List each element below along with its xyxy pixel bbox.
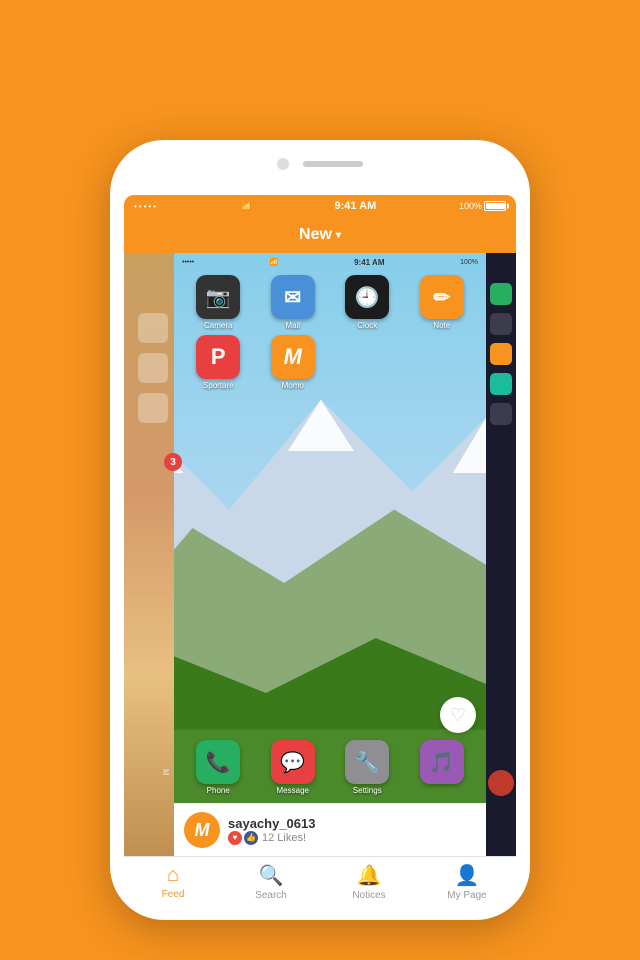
phone-camera <box>277 158 289 170</box>
icon-note-box: ✏ <box>420 275 464 319</box>
icon-momo-box: M <box>271 335 315 379</box>
feed-center-card: ••••• 📶 9:41 AM 100% 📷 Camera <box>174 253 486 856</box>
inner-phone-screen: ••••• 📶 9:41 AM 100% 📷 Camera <box>174 253 486 803</box>
icon-music-box: 🎵 <box>420 740 464 784</box>
mypage-icon: 👤 <box>455 863 480 888</box>
inner-dots: ••••• <box>182 259 194 266</box>
left-icon-strip <box>138 313 168 423</box>
icon-note[interactable]: ✏ Note <box>408 275 477 330</box>
right-box-orange <box>490 343 512 365</box>
icon-sportare[interactable]: P Sportare <box>184 335 253 390</box>
icon-settings[interactable]: 🔧 Settings <box>333 740 402 795</box>
tab-bar: ⌂ Feed 🔍 Search 🔔 Notices 👤 My Page <box>124 856 516 906</box>
left-icon-box <box>138 353 168 383</box>
heart-icon: ♡ <box>450 705 466 726</box>
icon-mail-label: Mail <box>285 321 300 330</box>
user-info: sayachy_0613 ♥ 👍 12 Likes! <box>228 816 476 845</box>
user-avatar: M <box>184 812 220 848</box>
search-icon: 🔍 <box>259 863 284 888</box>
right-partial-avatar <box>488 770 514 796</box>
phone-speaker <box>303 161 363 167</box>
icon-mail[interactable]: ✉ Mail <box>259 275 328 330</box>
feed-left-partial: 3 M <box>124 253 174 856</box>
left-icon-box <box>138 393 168 423</box>
status-time: 9:41 AM <box>335 200 377 212</box>
right-box-1 <box>490 313 512 335</box>
user-likes: ♥ 👍 12 Likes! <box>228 831 476 845</box>
left-icon-box <box>138 313 168 343</box>
battery-bar-icon <box>484 201 506 211</box>
icon-momo-label: Momo <box>282 381 304 390</box>
nav-chevron: ▾ <box>336 230 341 241</box>
app-status-bar: ••••• 📶 9:41 AM 100% <box>124 195 516 217</box>
inner-time: 9:41 AM <box>354 258 384 267</box>
tab-feed[interactable]: ⌂ Feed <box>124 857 222 906</box>
thumb-like-icon: 👍 <box>244 831 258 845</box>
icon-clock[interactable]: 🕘 Clock <box>333 275 402 330</box>
status-battery: 100% <box>459 201 506 211</box>
icon-message-label: Message <box>277 786 309 795</box>
icon-clock-label: Clock <box>357 321 377 330</box>
dock-area: 📞 Phone 💬 Message 🔧 Setting <box>174 733 486 803</box>
feed-area: 3 M <box>124 253 516 856</box>
left-card-label: M <box>161 769 170 776</box>
inner-status-bar: ••••• 📶 9:41 AM 100% <box>174 253 486 271</box>
icons-grid-row1: 📷 Camera ✉ Mail 🕘 Clock <box>184 275 476 330</box>
icon-momo[interactable]: M Momo <box>259 335 328 390</box>
icon-phone[interactable]: 📞 Phone <box>184 740 253 795</box>
right-strip <box>490 283 512 425</box>
heart-button[interactable]: ♡ <box>440 697 476 733</box>
username: sayachy_0613 <box>228 816 476 831</box>
icon-phone-box: 📞 <box>196 740 240 784</box>
nav-title: New <box>299 226 332 244</box>
mypage-label: My Page <box>447 890 486 901</box>
icon-mail-box: ✉ <box>271 275 315 319</box>
icon-camera-box: 📷 <box>196 275 240 319</box>
status-dots: ••••• <box>134 202 158 211</box>
icon-settings-box: 🔧 <box>345 740 389 784</box>
dock-icons: 📞 Phone 💬 Message 🔧 Setting <box>184 740 476 803</box>
phone-screen: ••••• 📶 9:41 AM 100% New ▾ 3 <box>124 195 516 906</box>
icon-sportare-label: Sportare <box>203 381 234 390</box>
notices-icon: 🔔 <box>357 863 382 888</box>
wifi-icon: 📶 <box>241 201 252 212</box>
feed-right-partial <box>486 253 516 856</box>
right-box-2 <box>490 403 512 425</box>
app-nav-bar: New ▾ <box>124 217 516 253</box>
card-footer: M sayachy_0613 ♥ 👍 12 Likes! <box>174 803 486 856</box>
inner-battery: 100% <box>460 259 478 266</box>
phone-top-bar <box>277 158 363 170</box>
heart-like-icon: ♥ <box>228 831 242 845</box>
icon-phone-label: Phone <box>207 786 230 795</box>
icon-camera-label: Camera <box>204 321 232 330</box>
battery-fill <box>486 203 505 209</box>
like-icons: ♥ 👍 <box>228 831 258 845</box>
icon-message-box: 💬 <box>271 740 315 784</box>
icon-message[interactable]: 💬 Message <box>259 740 328 795</box>
notices-label: Notices <box>352 890 385 901</box>
icon-music[interactable]: 🎵 <box>408 740 477 795</box>
feed-icon: ⌂ <box>167 864 179 887</box>
icon-camera[interactable]: 📷 Camera <box>184 275 253 330</box>
icon-note-label: Note <box>433 321 450 330</box>
tab-mypage[interactable]: 👤 My Page <box>418 857 516 906</box>
right-box-green <box>490 283 512 305</box>
search-label: Search <box>255 890 287 901</box>
likes-count: 12 Likes! <box>262 832 306 844</box>
icon-settings-label: Settings <box>353 786 382 795</box>
tab-notices[interactable]: 🔔 Notices <box>320 857 418 906</box>
notification-badge: 3 <box>164 453 182 471</box>
icon-clock-box: 🕘 <box>345 275 389 319</box>
phone-shell: ••••• 📶 9:41 AM 100% New ▾ 3 <box>110 140 530 920</box>
inner-wifi: 📶 <box>270 258 279 266</box>
tab-search[interactable]: 🔍 Search <box>222 857 320 906</box>
icon-sportare-box: P <box>196 335 240 379</box>
icons-grid-row2: P Sportare M Momo <box>184 335 476 390</box>
feed-label: Feed <box>162 889 185 900</box>
right-box-teal <box>490 373 512 395</box>
